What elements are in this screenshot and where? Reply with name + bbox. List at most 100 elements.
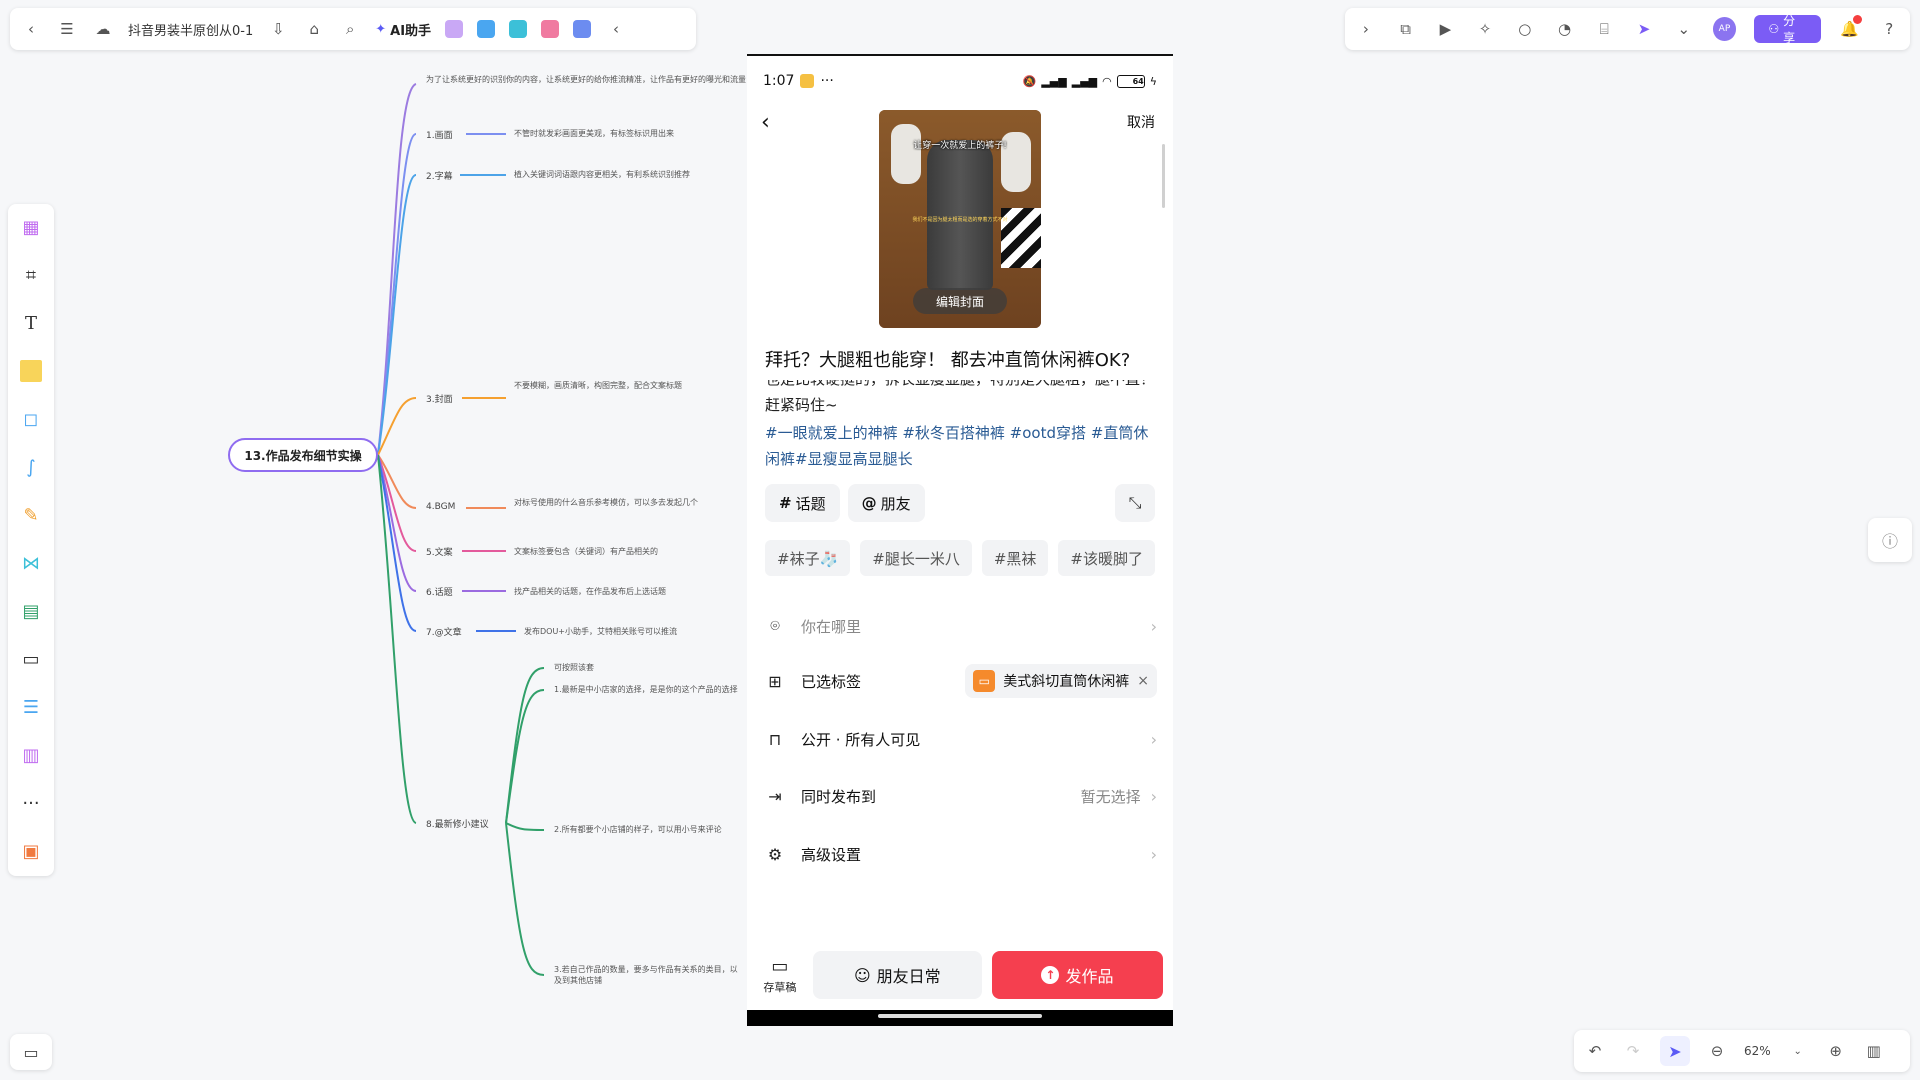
scrollbar[interactable]	[1162, 144, 1165, 208]
product-tag-pill[interactable]: ▭ 美式斜切直筒休闲裤 ×	[965, 664, 1157, 698]
expand-editor-button[interactable]: ⤡	[1115, 484, 1155, 522]
info-panel-button[interactable]: ⓘ	[1868, 518, 1912, 562]
friends-daily-button[interactable]: ☺ 朋友日常	[812, 951, 982, 999]
download-icon[interactable]: ⇩	[267, 18, 289, 40]
timer-icon[interactable]: ◔	[1554, 18, 1576, 40]
zoom-out-icon[interactable]: ⊖	[1706, 1040, 1728, 1062]
suggested-tag[interactable]: #该暖脚了	[1058, 540, 1155, 576]
suggested-tag[interactable]: #袜子🧦	[765, 540, 851, 576]
document-title[interactable]: 抖音男装半原创从0-1	[128, 20, 253, 39]
text-icon[interactable]: T	[18, 310, 44, 336]
list-icon[interactable]: ☰	[18, 694, 44, 720]
mindmap-branch[interactable]: 8.最新修小建议	[426, 817, 489, 830]
location-row[interactable]: ⌾ 你在哪里 ›	[765, 606, 1157, 646]
back-icon[interactable]: ‹	[20, 18, 42, 40]
edit-cover-button[interactable]: 编辑封面	[913, 288, 1007, 314]
share-out-icon: ⇥	[768, 786, 782, 806]
tag-icon[interactable]: ⌂	[303, 18, 325, 40]
mindmap-branch[interactable]: 4.BGM	[426, 502, 455, 512]
vote-icon[interactable]: ⌸	[1593, 18, 1615, 40]
table-icon[interactable]: ▤	[18, 598, 44, 624]
post-body-input[interactable]: 也是比较硬挺的，拆长显瘦显腿，特别是大腿粗，腿不直！赶紧码住~	[765, 380, 1155, 420]
kanban-icon[interactable]: ▥	[18, 742, 44, 768]
more-down-icon[interactable]: ⌄	[1673, 18, 1695, 40]
plugin-icon[interactable]	[509, 20, 528, 38]
search-icon[interactable]: ⌕	[339, 18, 361, 40]
mindmap-intro-node[interactable]: 为了让系统更好的识别你的内容，让系统更好的给你推流精准，让作品有更好的曝光和流量	[426, 74, 746, 85]
zoom-level[interactable]: 62%	[1744, 1044, 1771, 1058]
advanced-settings-row[interactable]: ⚙ 高级设置 ›	[765, 834, 1157, 874]
minimap-toggle-button[interactable]: ▭	[10, 1034, 52, 1070]
mention-friend-label: 朋友	[880, 494, 911, 513]
plugin-icon[interactable]	[541, 20, 560, 38]
sticky-note-icon[interactable]	[18, 358, 44, 384]
publish-button[interactable]: ↑ 发作品	[991, 951, 1163, 999]
help-icon[interactable]: ?	[1878, 18, 1900, 40]
mindmap-branch[interactable]: 1.画面	[426, 128, 453, 141]
pen-icon[interactable]: ✎	[18, 502, 44, 528]
comment-icon[interactable]: ○	[1514, 18, 1536, 40]
back-icon[interactable]: ‹	[761, 110, 770, 135]
mindmap-leaf[interactable]: 可按照该套	[554, 662, 654, 673]
mindmap-branch[interactable]: 6.话题	[426, 585, 453, 598]
visibility-row[interactable]: ⊓ 公开 · 所有人可见 ›	[765, 719, 1157, 759]
mindmap-icon[interactable]: ⋈	[18, 550, 44, 576]
apps-icon[interactable]: ▣	[18, 838, 44, 864]
share-button[interactable]: ⚇ 分享	[1754, 14, 1821, 45]
mindmap-root-node[interactable]: 13.作品发布细节实操	[228, 438, 378, 472]
suggested-tag[interactable]: #腿长一米八	[860, 540, 972, 576]
map-icon[interactable]: ▥	[1863, 1040, 1885, 1062]
add-topic-button[interactable]: # 话题	[765, 484, 840, 522]
mindmap-leaf[interactable]: 植入关键词词语跟内容更相关，有利系统识别推荐	[514, 169, 744, 180]
menu-icon[interactable]: ☰	[56, 18, 78, 40]
close-icon[interactable]: ×	[1137, 673, 1149, 689]
mindmap-leaf[interactable]: 3.若自己作品的数量，要多与作品有关系的类目，以及到其他店铺	[554, 964, 744, 986]
plugin-icon[interactable]	[445, 20, 464, 38]
selected-tags-row[interactable]: ⊞ 已选标签 ▭ 美式斜切直筒休闲裤 ×	[765, 661, 1157, 701]
shape-icon[interactable]: ◻	[18, 406, 44, 432]
ai-assistant-button[interactable]: ✦ AI助手	[375, 20, 431, 39]
avatar[interactable]: AP	[1712, 17, 1737, 41]
doc-icon[interactable]: ▭	[18, 646, 44, 672]
suggested-tag[interactable]: #黑袜	[981, 540, 1049, 576]
insert-icon[interactable]: ⧉	[1395, 18, 1417, 40]
mindmap-branch[interactable]: 3.封面	[426, 392, 453, 405]
mindmap-leaf[interactable]: 不要模糊，画质清晰，构图完整，配合文案标题	[514, 380, 744, 391]
collapse-icon[interactable]: ‹	[605, 18, 627, 40]
laser-pointer-icon[interactable]: ➤	[1633, 18, 1655, 40]
notification-bell-icon[interactable]: 🔔	[1839, 15, 1863, 40]
sync-publish-row[interactable]: ⇥ 同时发布到 暂无选择 ›	[765, 776, 1157, 816]
home-indicator[interactable]	[878, 1014, 1042, 1018]
connector-icon[interactable]: ∫	[18, 454, 44, 480]
plugin-icon[interactable]	[573, 20, 592, 38]
expand-right-icon[interactable]: ›	[1355, 18, 1377, 40]
cover-image[interactable]: 让穿一次就爱上的裤子! 我们不是因为腿太粗而是选的穿着方式不对 编辑封面	[879, 110, 1041, 328]
zoom-dropdown-icon[interactable]: ⌄	[1787, 1040, 1809, 1062]
plugin-icon[interactable]	[477, 20, 496, 38]
template-icon[interactable]: ▦	[18, 214, 44, 240]
mindmap-leaf[interactable]: 文案标签要包含（关键词）有产品相关的	[514, 546, 744, 557]
mindmap-branch[interactable]: 2.字幕	[426, 169, 453, 182]
zoom-in-icon[interactable]: ⊕	[1825, 1040, 1847, 1062]
sync-publish-value: 暂无选择	[1080, 787, 1141, 806]
mindmap-leaf[interactable]: 不管时就发彩画面更美观，有标签标识用出来	[514, 128, 744, 139]
ai-logo-icon: ✦	[375, 21, 387, 37]
undo-icon[interactable]: ↶	[1584, 1040, 1606, 1062]
more-icon[interactable]: ···	[18, 790, 44, 816]
save-draft-button[interactable]: ▭ 存草稿	[757, 956, 803, 995]
cancel-button[interactable]: 取消	[1127, 112, 1155, 132]
selected-tags-label: 已选标签	[801, 672, 862, 691]
mindmap-leaf[interactable]: 发布DOU+小助手，艾特相关账号可以推流	[524, 626, 754, 637]
mindmap-leaf[interactable]: 找产品相关的话题，在作品发布后上选话题	[514, 586, 744, 597]
mention-friend-button[interactable]: @ 朋友	[847, 484, 925, 522]
post-title-input[interactable]: 拜托？大腿粗也能穿！ 都去冲直筒休闲裤OK?	[765, 346, 1165, 372]
redo-icon[interactable]: ↷	[1622, 1040, 1644, 1062]
celebrate-icon[interactable]: ✧	[1474, 18, 1496, 40]
post-hashtags[interactable]: #一眼就爱上的神裤 #秋冬百搭神裤 #ootd穿搭 #直筒休闲裤#显瘦显高显腿长	[765, 420, 1157, 472]
play-icon[interactable]: ▶	[1434, 18, 1456, 40]
mindmap-branch[interactable]: 5.文案	[426, 545, 453, 558]
select-tool-button[interactable]: ➤	[1660, 1036, 1690, 1066]
frame-icon[interactable]: ⌗	[18, 262, 44, 288]
mindmap-branch[interactable]: 7.@文章	[426, 625, 462, 638]
mindmap-leaf[interactable]: 对标号使用的什么音乐参考模仿，可以多去发起几个	[514, 497, 744, 508]
